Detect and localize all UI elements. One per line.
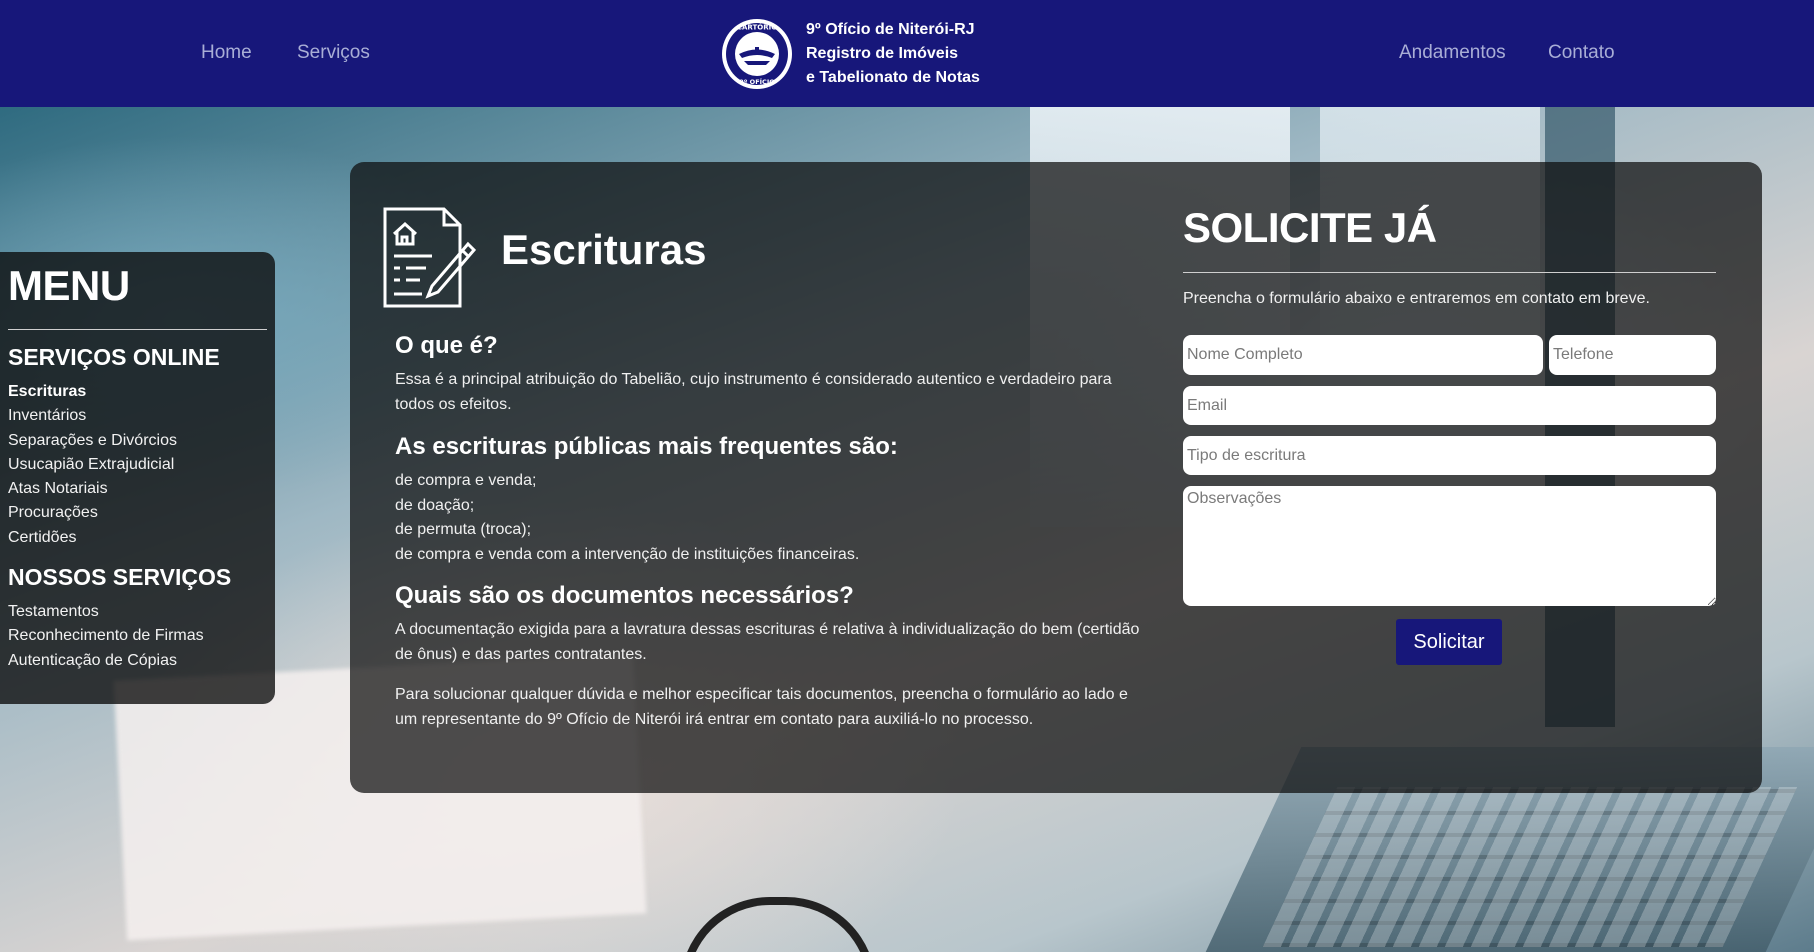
top-navigation-bar: Home Serviços CARTÓRIO 9º OFÍCIO 9º Ofíc… bbox=[0, 0, 1814, 107]
advice-line-1: Para solucionar qualquer dúvida e melhor… bbox=[395, 686, 1128, 703]
brand-line-2: Registro de Imóveis bbox=[806, 45, 959, 62]
cartorio-logo-icon[interactable]: CARTÓRIO 9º OFÍCIO bbox=[720, 17, 794, 91]
deed-item: de compra e venda; bbox=[395, 472, 537, 489]
form-divider bbox=[1183, 272, 1716, 273]
email-input[interactable] bbox=[1183, 386, 1716, 425]
logo-bottom-text: 9º OFÍCIO bbox=[739, 77, 775, 86]
deed-type-input[interactable] bbox=[1183, 436, 1716, 475]
documents-line-2: de ônus) e das partes contratantes. bbox=[395, 645, 647, 663]
our-services-heading: NOSSOS SERVIÇOS bbox=[8, 564, 232, 590]
form-subtitle: Preencha o formulário abaixo e entraremo… bbox=[1183, 290, 1650, 307]
what-is-text: Essa é a principal atribuição do Tabeliã… bbox=[395, 368, 1155, 417]
document-house-pen-icon bbox=[383, 207, 476, 308]
phone-input[interactable] bbox=[1549, 335, 1716, 375]
menu-item-separacoes[interactable]: Separações e Divórcios bbox=[8, 429, 177, 453]
menu-item-escrituras[interactable]: Escrituras bbox=[8, 380, 177, 404]
documents-heading: Quais são os documentos necessários? bbox=[395, 582, 854, 609]
deed-item: de compra e venda com a intervenção de i… bbox=[395, 545, 860, 563]
menu-item-procuracoes[interactable]: Procurações bbox=[8, 501, 177, 525]
frequent-deeds-heading: As escrituras públicas mais frequentes s… bbox=[395, 433, 898, 460]
menu-item-autenticacao[interactable]: Autenticação de Cópias bbox=[8, 649, 204, 673]
advice-line-2: um representante do 9º Ofício de Niterói… bbox=[395, 710, 1034, 728]
deed-item: de doação; bbox=[395, 496, 475, 514]
menu-item-atas[interactable]: Atas Notariais bbox=[8, 477, 177, 501]
brand-line-1: 9º Ofício de Niterói-RJ bbox=[806, 21, 975, 38]
logo-top-text: CARTÓRIO bbox=[737, 23, 777, 32]
our-services-list: Testamentos Reconhecimento de Firmas Aut… bbox=[8, 600, 204, 673]
online-services-list: Escrituras Inventários Separações e Divó… bbox=[8, 380, 177, 550]
documents-line-1: A documentação exigida para a lavratura … bbox=[395, 621, 1140, 638]
deed-item: de permuta (troca); bbox=[395, 521, 532, 538]
menu-divider bbox=[8, 329, 267, 330]
name-input[interactable] bbox=[1183, 335, 1543, 375]
menu-item-certidoes[interactable]: Certidões bbox=[8, 526, 177, 550]
what-is-heading: O que é? bbox=[395, 332, 498, 359]
form-title: SOLICITE JÁ bbox=[1183, 204, 1437, 251]
menu-item-inventarios[interactable]: Inventários bbox=[8, 404, 177, 428]
menu-item-testamentos[interactable]: Testamentos bbox=[8, 600, 204, 624]
menu-item-usucapiao[interactable]: Usucapião Extrajudicial bbox=[8, 453, 177, 477]
nav-services-link[interactable]: Serviços bbox=[297, 42, 370, 64]
menu-item-reconhecimento[interactable]: Reconhecimento de Firmas bbox=[8, 624, 204, 648]
documents-text: A documentação exigida para a lavratura … bbox=[395, 618, 1155, 667]
what-is-line-2: todos os efeitos. bbox=[395, 395, 512, 413]
submit-button[interactable]: Solicitar bbox=[1396, 619, 1502, 665]
notes-textarea[interactable] bbox=[1183, 486, 1716, 606]
side-menu: MENU SERVIÇOS ONLINE Escrituras Inventár… bbox=[0, 252, 275, 704]
menu-title: MENU bbox=[8, 262, 130, 309]
frequent-deeds-list: de compra e venda; de doação; de permuta… bbox=[395, 469, 1155, 567]
brand-name: 9º Ofício de Niterói-RJ Registro de Imóv… bbox=[806, 18, 980, 90]
contact-advice-text: Para solucionar qualquer dúvida e melhor… bbox=[395, 683, 1155, 732]
nav-home-link[interactable]: Home bbox=[201, 42, 252, 64]
what-is-line-1: Essa é a principal atribuição do Tabeliã… bbox=[395, 371, 1112, 388]
page-title: Escrituras bbox=[501, 226, 707, 273]
nav-andamentos-link[interactable]: Andamentos bbox=[1399, 42, 1506, 64]
brand-line-3: e Tabelionato de Notas bbox=[806, 69, 980, 86]
nav-contato-link[interactable]: Contato bbox=[1548, 42, 1615, 64]
online-services-heading: SERVIÇOS ONLINE bbox=[8, 344, 220, 370]
